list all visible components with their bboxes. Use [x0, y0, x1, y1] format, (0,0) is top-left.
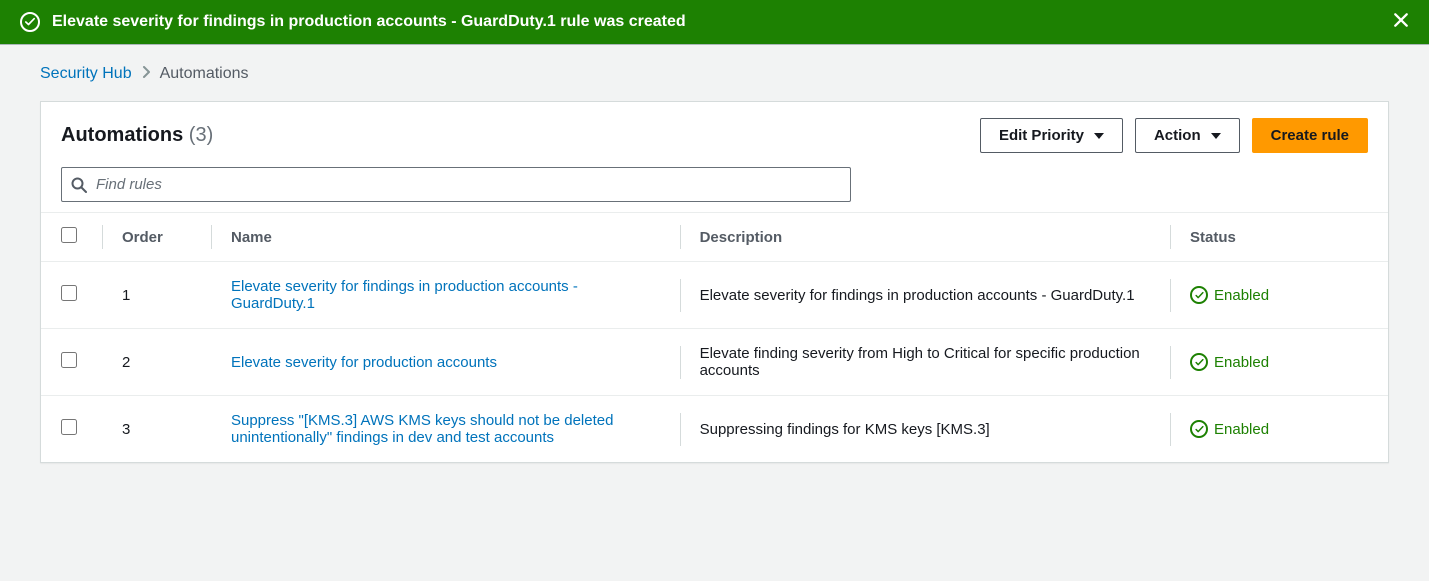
action-button[interactable]: Action [1135, 118, 1240, 153]
automations-panel: Automations (3) Edit Priority Action Cre… [40, 101, 1389, 463]
table-row: 1 Elevate severity for findings in produ… [41, 262, 1388, 329]
status-text: Enabled [1214, 421, 1269, 438]
status-badge: Enabled [1190, 420, 1269, 438]
header-description[interactable]: Description [680, 213, 1170, 262]
panel-actions: Edit Priority Action Create rule [980, 118, 1368, 153]
title-text: Automations [61, 124, 183, 146]
row-checkbox[interactable] [61, 352, 77, 368]
success-check-icon [20, 12, 40, 32]
search-icon [71, 177, 87, 193]
title-count: (3) [189, 124, 213, 146]
row-order: 3 [102, 396, 211, 463]
breadcrumb-root-link[interactable]: Security Hub [40, 65, 132, 83]
rule-name-link[interactable]: Elevate severity for production accounts [231, 354, 497, 371]
row-order: 1 [102, 262, 211, 329]
search-input[interactable] [61, 167, 851, 202]
status-badge: Enabled [1190, 353, 1269, 371]
page-title: Automations (3) [61, 124, 213, 147]
status-check-icon [1190, 286, 1208, 304]
panel-header: Automations (3) Edit Priority Action Cre… [41, 102, 1388, 167]
select-all-checkbox[interactable] [61, 227, 77, 243]
status-check-icon [1190, 353, 1208, 371]
row-description: Elevate severity for findings in product… [680, 262, 1170, 329]
header-order[interactable]: Order [102, 213, 211, 262]
rule-name-link[interactable]: Suppress "[KMS.3] AWS KMS keys should no… [231, 412, 613, 446]
header-status[interactable]: Status [1170, 213, 1388, 262]
status-check-icon [1190, 420, 1208, 438]
search-input-wrap [61, 167, 851, 202]
row-checkbox[interactable] [61, 285, 77, 301]
create-rule-button[interactable]: Create rule [1252, 118, 1368, 153]
caret-down-icon [1094, 133, 1104, 139]
row-description: Elevate finding severity from High to Cr… [680, 329, 1170, 396]
rules-table: Order Name Description Status 1 Elevate … [41, 212, 1388, 462]
header-name[interactable]: Name [211, 213, 680, 262]
status-text: Enabled [1214, 287, 1269, 304]
row-checkbox[interactable] [61, 419, 77, 435]
header-checkbox-cell [41, 213, 102, 262]
success-notification: Elevate severity for findings in product… [0, 0, 1429, 45]
row-order: 2 [102, 329, 211, 396]
status-text: Enabled [1214, 354, 1269, 371]
create-rule-label: Create rule [1271, 127, 1349, 144]
row-description: Suppressing findings for KMS keys [KMS.3… [680, 396, 1170, 463]
table-header-row: Order Name Description Status [41, 213, 1388, 262]
table-row: 3 Suppress "[KMS.3] AWS KMS keys should … [41, 396, 1388, 463]
action-label: Action [1154, 127, 1201, 144]
table-row: 2 Elevate severity for production accoun… [41, 329, 1388, 396]
search-row [41, 167, 1388, 212]
status-badge: Enabled [1190, 286, 1269, 304]
breadcrumb: Security Hub Automations [40, 65, 1389, 83]
close-icon[interactable] [1393, 12, 1409, 32]
caret-down-icon [1211, 133, 1221, 139]
edit-priority-label: Edit Priority [999, 127, 1084, 144]
rule-name-link[interactable]: Elevate severity for findings in product… [231, 278, 578, 312]
notification-message: Elevate severity for findings in product… [52, 13, 1409, 31]
chevron-right-icon [142, 65, 150, 83]
breadcrumb-current: Automations [160, 65, 249, 83]
edit-priority-button[interactable]: Edit Priority [980, 118, 1123, 153]
